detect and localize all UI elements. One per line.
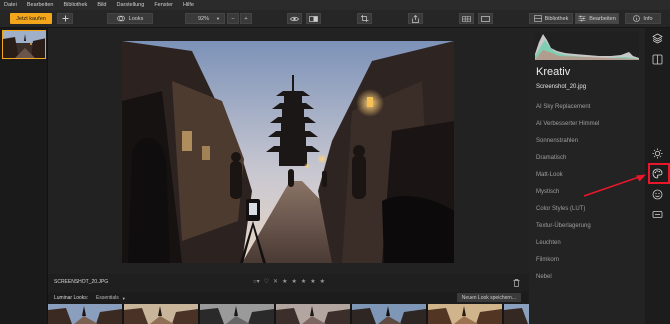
chevron-down-icon: ▼ bbox=[121, 295, 126, 301]
menu-darstellung[interactable]: Darstellung bbox=[116, 2, 144, 8]
library-icon bbox=[533, 15, 542, 22]
looks-label: Looks bbox=[128, 15, 144, 22]
crop-icon bbox=[360, 15, 368, 22]
panel-title: Kreativ bbox=[536, 66, 571, 78]
image-canvas[interactable] bbox=[48, 28, 529, 274]
preview-button[interactable] bbox=[287, 13, 302, 24]
star-icon[interactable]: ★ bbox=[282, 278, 287, 285]
library-tab[interactable]: Bibliothek bbox=[529, 13, 573, 24]
look-thumbnail[interactable] bbox=[200, 304, 274, 324]
star-icon[interactable]: ★ bbox=[301, 278, 306, 285]
sun-icon[interactable] bbox=[651, 147, 664, 160]
filter-sunrays[interactable]: Sonnenstrahlen bbox=[536, 132, 640, 149]
smiley-icon[interactable] bbox=[651, 188, 664, 201]
looks-category-value: Essentials bbox=[96, 295, 119, 301]
filter-ai-enhanced-sky[interactable]: AI Verbesserter Himmel bbox=[536, 115, 640, 132]
filter-texture-overlay[interactable]: Textur-Überlagerung bbox=[536, 218, 640, 235]
star-icon[interactable]: ★ bbox=[291, 278, 296, 285]
trash-icon[interactable] bbox=[513, 279, 520, 287]
luminar-app: Datei Bearbeiten Bibliothek Bild Darstel… bbox=[0, 0, 670, 324]
histogram bbox=[535, 32, 639, 60]
look-thumbnail[interactable] bbox=[352, 304, 426, 324]
filmstrip-thumbnail[interactable] bbox=[2, 30, 46, 59]
image-filename: SCREENSHOT_20.JPG bbox=[54, 279, 109, 285]
look-thumbnail[interactable] bbox=[48, 304, 122, 324]
menu-hilfe[interactable]: Hilfe bbox=[183, 2, 194, 8]
photo-image bbox=[122, 41, 454, 263]
toolbar: Jetzt kaufen Looks 92% ▼ − + Bibliothek … bbox=[0, 10, 670, 28]
menu-datei[interactable]: Datei bbox=[4, 2, 17, 8]
star-icon[interactable]: ★ bbox=[320, 278, 325, 285]
star-icon[interactable]: ★ bbox=[310, 278, 315, 285]
menu-bild[interactable]: Bild bbox=[97, 2, 106, 8]
export-button[interactable] bbox=[408, 13, 423, 24]
menu-bearbeiten[interactable]: Bearbeiten bbox=[27, 2, 54, 8]
filter-mystical[interactable]: Mystisch bbox=[536, 183, 640, 200]
zoom-select[interactable]: 92% ▼ bbox=[185, 13, 225, 24]
heart-icon[interactable]: ♡ bbox=[264, 278, 269, 285]
save-look-button[interactable]: Neuen Look speichern... bbox=[456, 293, 521, 302]
menu-bar: Datei Bearbeiten Bibliothek Bild Darstel… bbox=[0, 0, 670, 10]
looks-category-select[interactable]: Essentials ▼ bbox=[96, 294, 128, 302]
thumbnail-image bbox=[3, 31, 45, 58]
edit-tab[interactable]: Bearbeiten bbox=[575, 13, 619, 24]
looks-button[interactable]: Looks bbox=[107, 13, 153, 24]
grid-view-button[interactable] bbox=[459, 13, 474, 24]
filter-film-grain[interactable]: Filmkorn bbox=[536, 252, 640, 269]
layers-icon[interactable] bbox=[651, 32, 664, 45]
sliders-icon bbox=[578, 15, 586, 22]
chevron-down-icon: ▼ bbox=[216, 16, 220, 21]
filter-fog[interactable]: Nebel bbox=[536, 269, 640, 286]
crop-button[interactable] bbox=[357, 13, 372, 24]
look-thumbnail[interactable] bbox=[504, 304, 529, 324]
compare-view-button[interactable] bbox=[306, 13, 321, 24]
filter-glow[interactable]: Leuchten bbox=[536, 235, 640, 252]
share-icon bbox=[412, 14, 419, 23]
color-label-icon[interactable]: ○▾ bbox=[253, 278, 260, 285]
reject-icon[interactable]: ✕ bbox=[273, 278, 278, 285]
looks-icon bbox=[116, 15, 125, 22]
filter-matte-look[interactable]: Matt-Look bbox=[536, 166, 640, 183]
pro-icon[interactable] bbox=[651, 208, 664, 221]
look-thumbnail[interactable] bbox=[428, 304, 502, 324]
single-image-icon bbox=[481, 15, 490, 22]
highlight-box bbox=[648, 163, 670, 184]
buy-button[interactable]: Jetzt kaufen bbox=[10, 13, 52, 24]
filmstrip bbox=[0, 28, 48, 324]
panel-filename: Screenshot_20.jpg bbox=[536, 84, 587, 90]
info-bar: SCREENSHOT_20.JPG ○▾ ♡ ✕ ★ ★ ★ ★ ★ bbox=[48, 274, 529, 292]
zoom-in-button[interactable]: + bbox=[240, 13, 252, 24]
plus-icon bbox=[62, 15, 68, 22]
info-icon bbox=[633, 15, 641, 22]
canvas-icon[interactable] bbox=[651, 53, 664, 66]
filter-dramatic[interactable]: Dramatisch bbox=[536, 149, 640, 166]
menu-bibliothek[interactable]: Bibliothek bbox=[63, 2, 87, 8]
looks-strip bbox=[48, 304, 529, 324]
rating-controls: ○▾ ♡ ✕ ★ ★ ★ ★ ★ bbox=[253, 278, 325, 285]
filter-list: AI Sky Replacement AI Verbesserter Himme… bbox=[536, 98, 640, 286]
eye-icon bbox=[290, 16, 299, 21]
look-thumbnail[interactable] bbox=[124, 304, 198, 324]
filter-color-styles[interactable]: Color Styles (LUT) bbox=[536, 201, 640, 218]
looks-bar: Luminar Looks: Essentials ▼ Neuen Look s… bbox=[48, 292, 529, 304]
main-photo[interactable] bbox=[122, 41, 454, 263]
menu-fenster[interactable]: Fenster bbox=[154, 2, 173, 8]
zoom-value: 92% bbox=[198, 15, 210, 22]
library-tab-label: Bibliothek bbox=[544, 15, 569, 22]
zoom-out-button[interactable]: − bbox=[227, 13, 239, 24]
edit-tab-label: Bearbeiten bbox=[589, 15, 616, 22]
looks-bar-label: Luminar Looks: bbox=[54, 295, 89, 301]
look-thumbnail[interactable] bbox=[276, 304, 350, 324]
info-tab-label: Info bbox=[643, 15, 653, 22]
single-view-button[interactable] bbox=[478, 13, 493, 24]
split-view-icon bbox=[309, 15, 318, 22]
add-button[interactable] bbox=[57, 13, 73, 24]
filter-ai-sky-replacement[interactable]: AI Sky Replacement bbox=[536, 98, 640, 115]
info-tab[interactable]: Info bbox=[625, 13, 661, 24]
tools-panel: Kreativ Screenshot_20.jpg AI Sky Replace… bbox=[529, 28, 645, 324]
grid-icon bbox=[462, 15, 471, 22]
